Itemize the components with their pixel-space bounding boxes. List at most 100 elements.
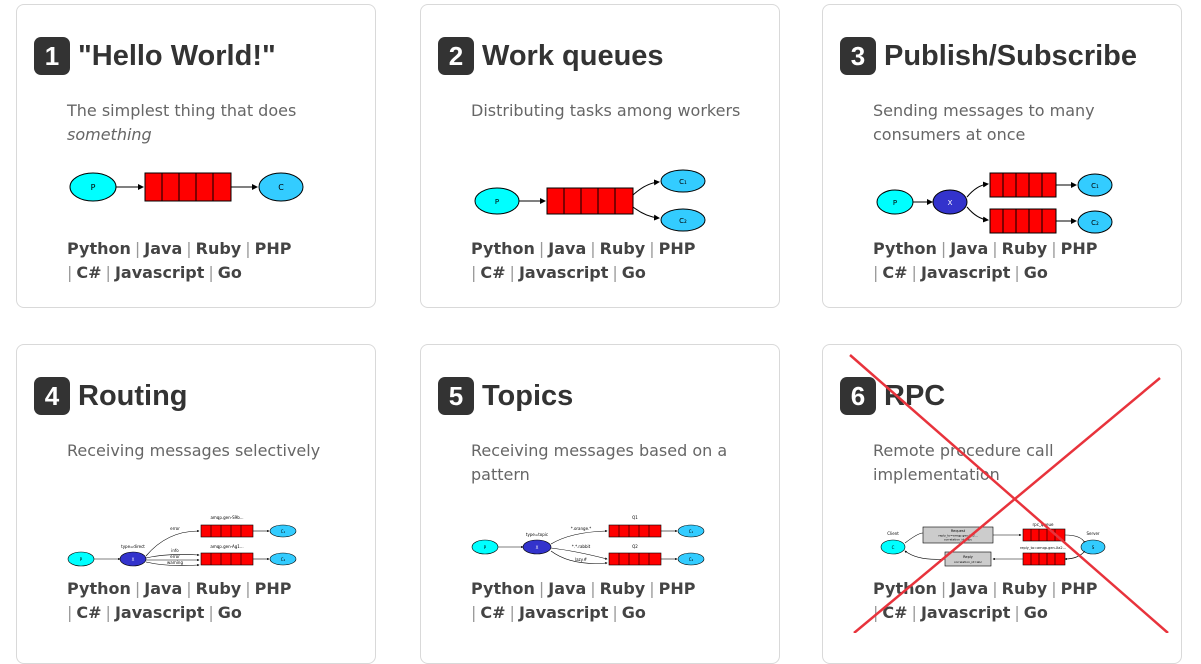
lang-link-php[interactable]: PHP bbox=[255, 579, 292, 598]
lang-link-csharp[interactable]: C# bbox=[76, 263, 101, 282]
reply-to-label: reply_to=amqp.gen-Xa2... bbox=[1020, 546, 1066, 550]
exchange-label: X bbox=[132, 557, 135, 562]
lang-link-python[interactable]: Python bbox=[873, 239, 937, 258]
queue-icon bbox=[608, 552, 662, 566]
lang-link-java[interactable]: Java bbox=[950, 239, 988, 258]
tutorial-title[interactable]: "Hello World!" bbox=[78, 40, 276, 73]
tutorial-number-badge: 6 bbox=[840, 377, 876, 415]
tutorial-title[interactable]: Work queues bbox=[482, 40, 664, 73]
binding-label: info bbox=[171, 548, 179, 553]
binding-label: error bbox=[170, 526, 180, 531]
topics-diagram: P X type=topic *.orange.* *.*.rabbit laz… bbox=[471, 515, 705, 566]
lang-link-javascript[interactable]: Javascript bbox=[519, 263, 608, 282]
queue-icon bbox=[1022, 528, 1066, 542]
request-box: Request reply_to=amqp.gen-Xa2... correla… bbox=[922, 526, 994, 544]
lang-link-go[interactable]: Go bbox=[622, 263, 646, 282]
card-title-row[interactable]: 1 "Hello World!" bbox=[34, 37, 276, 75]
card-title-row[interactable]: 3 Publish/Subscribe bbox=[840, 37, 1137, 75]
tutorial-card-6: 6 RPC Remote procedure call implementati… bbox=[822, 344, 1182, 664]
lang-link-go[interactable]: Go bbox=[622, 603, 646, 622]
tutorial-card-5: 5 Topics Receiving messages based on a p… bbox=[420, 344, 780, 664]
request-label: Request bbox=[951, 529, 966, 533]
lang-link-csharp[interactable]: C# bbox=[882, 263, 907, 282]
routing-diagram: P X type=direct error info error warning… bbox=[67, 515, 297, 567]
tutorial-card-3: 3 Publish/Subscribe Sending messages to … bbox=[822, 4, 1182, 308]
lang-link-python[interactable]: Python bbox=[67, 579, 131, 598]
lang-link-ruby[interactable]: Ruby bbox=[600, 579, 646, 598]
lang-link-php[interactable]: PHP bbox=[1061, 579, 1098, 598]
lang-link-java[interactable]: Java bbox=[548, 239, 586, 258]
queue-icon bbox=[546, 187, 634, 215]
lang-link-java[interactable]: Java bbox=[950, 579, 988, 598]
tutorial-title[interactable]: Topics bbox=[482, 380, 573, 413]
lang-link-ruby[interactable]: Ruby bbox=[196, 579, 242, 598]
tutorial-description: Receiving messages selectively bbox=[67, 441, 321, 460]
queue-icon bbox=[608, 524, 662, 538]
work-queues-diagram: P C₁ C₂ bbox=[474, 169, 706, 232]
lang-link-javascript[interactable]: Javascript bbox=[115, 603, 204, 622]
tutorial-number-badge: 1 bbox=[34, 37, 70, 75]
lang-link-java[interactable]: Java bbox=[144, 239, 182, 258]
binding-label: *.orange.* bbox=[571, 526, 592, 531]
lang-link-go[interactable]: Go bbox=[218, 263, 242, 282]
card-title-row[interactable]: 2 Work queues bbox=[438, 37, 664, 75]
exchange-label: X bbox=[948, 199, 953, 207]
consumer-label: C₁ bbox=[679, 178, 687, 186]
lang-link-ruby[interactable]: Ruby bbox=[1002, 579, 1048, 598]
lang-link-ruby[interactable]: Ruby bbox=[1002, 239, 1048, 258]
lang-link-go[interactable]: Go bbox=[1024, 263, 1048, 282]
tutorial-card-1: 1 "Hello World!" The simplest thing that… bbox=[16, 4, 376, 308]
tutorial-card-4: 4 Routing Receiving messages selectively… bbox=[16, 344, 376, 664]
lang-link-java[interactable]: Java bbox=[548, 579, 586, 598]
card-title-row[interactable]: 6 RPC bbox=[840, 377, 945, 415]
description-emphasis: something bbox=[67, 125, 152, 144]
lang-link-php[interactable]: PHP bbox=[255, 239, 292, 258]
lang-link-csharp[interactable]: C# bbox=[480, 603, 505, 622]
consumer-label: C₂ bbox=[689, 557, 694, 562]
lang-link-javascript[interactable]: Javascript bbox=[921, 263, 1010, 282]
consumer-label: C bbox=[278, 183, 284, 192]
consumer-label: C₁ bbox=[281, 529, 286, 534]
queue-icon bbox=[989, 208, 1057, 234]
lang-link-javascript[interactable]: Javascript bbox=[519, 603, 608, 622]
lang-link-go[interactable]: Go bbox=[1024, 603, 1048, 622]
tutorial-title[interactable]: Publish/Subscribe bbox=[884, 40, 1137, 73]
queue-name-label: rpc_queue bbox=[1033, 522, 1054, 527]
tutorial-title[interactable]: RPC bbox=[884, 380, 945, 413]
binding-label: lazy.# bbox=[575, 557, 588, 562]
exchange-type-label: type=direct bbox=[121, 544, 145, 549]
lang-link-go[interactable]: Go bbox=[218, 603, 242, 622]
lang-link-python[interactable]: Python bbox=[471, 579, 535, 598]
lang-link-python[interactable]: Python bbox=[67, 239, 131, 258]
publish-subscribe-diagram: P X C₁ C₂ bbox=[876, 172, 1113, 234]
lang-link-java[interactable]: Java bbox=[144, 579, 182, 598]
binding-label: warning bbox=[167, 560, 183, 565]
lang-link-csharp[interactable]: C# bbox=[76, 603, 101, 622]
queue-icon bbox=[989, 172, 1057, 198]
card-title-row[interactable]: 5 Topics bbox=[438, 377, 573, 415]
lang-link-javascript[interactable]: Javascript bbox=[115, 263, 204, 282]
hello-world-diagram: P C bbox=[69, 172, 304, 202]
lang-link-ruby[interactable]: Ruby bbox=[196, 239, 242, 258]
consumer-label: C₂ bbox=[1091, 219, 1099, 227]
consumer-label: C₁ bbox=[689, 529, 694, 534]
card-title-row[interactable]: 4 Routing bbox=[34, 377, 188, 415]
tutorial-number-badge: 4 bbox=[34, 377, 70, 415]
lang-link-php[interactable]: PHP bbox=[659, 579, 696, 598]
tutorial-title[interactable]: Routing bbox=[78, 380, 188, 413]
tutorial-description: Sending messages to many consumers at on… bbox=[873, 101, 1095, 144]
lang-link-python[interactable]: Python bbox=[873, 579, 937, 598]
reply-label: Reply bbox=[963, 555, 973, 559]
language-links: Python | Java | Ruby | PHP | C# | Javascript | Go bbox=[471, 239, 696, 282]
binding-label: error bbox=[170, 554, 180, 559]
language-links: Python | Java | Ruby | PHP | C# | Javascript | Go bbox=[873, 239, 1098, 282]
lang-link-javascript[interactable]: Javascript bbox=[921, 603, 1010, 622]
lang-link-csharp[interactable]: C# bbox=[480, 263, 505, 282]
lang-link-php[interactable]: PHP bbox=[659, 239, 696, 258]
lang-link-python[interactable]: Python bbox=[471, 239, 535, 258]
exchange-type-label: type=topic bbox=[526, 532, 548, 537]
lang-link-ruby[interactable]: Ruby bbox=[600, 239, 646, 258]
lang-link-csharp[interactable]: C# bbox=[882, 603, 907, 622]
server-label: Server bbox=[1086, 531, 1099, 536]
lang-link-php[interactable]: PHP bbox=[1061, 239, 1098, 258]
